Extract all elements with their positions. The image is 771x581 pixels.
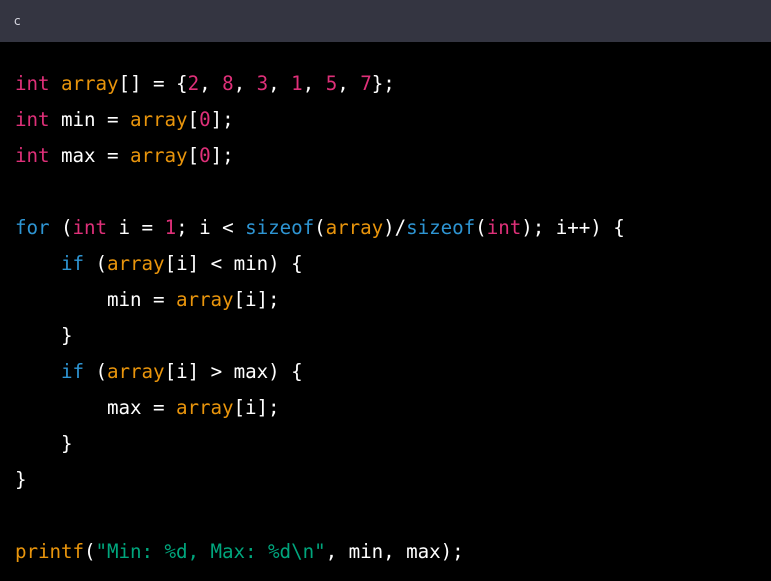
number-token: 1 (164, 216, 177, 239)
code-line: min = array[i]; (15, 282, 625, 318)
code-text: , (233, 72, 257, 95)
code-text: ( (84, 360, 108, 383)
identifier-token: array (325, 216, 384, 239)
code-text: ( (314, 216, 326, 239)
number-token: 1 (291, 72, 303, 95)
type-token: int (15, 72, 50, 95)
code-line: } (15, 462, 625, 498)
code-text: [ (187, 144, 200, 167)
code-text: max = (15, 396, 177, 419)
code-text: ( (49, 216, 73, 239)
code-text: [i] > max) { (164, 360, 303, 383)
code-text: } (15, 468, 27, 491)
code-text: , (302, 72, 326, 95)
keyword-token: sizeof (406, 216, 476, 239)
code-text: ]; (210, 144, 234, 167)
code-text: [i]; (233, 288, 280, 311)
code-text: [i] < min) { (164, 252, 303, 275)
identifier-token: array (130, 144, 188, 167)
type-token: int (72, 216, 108, 239)
code-line: } (15, 318, 625, 354)
keyword-token: for (15, 216, 50, 239)
code-line: } (15, 426, 625, 462)
code-text: ); i++) { (521, 216, 625, 239)
code-text: , min, max); (325, 540, 464, 563)
code-line: int array[] = {2, 8, 3, 1, 5, 7}; (15, 66, 625, 102)
code-text: ( (84, 540, 96, 563)
code-text: [i]; (233, 396, 280, 419)
identifier-token: array (176, 396, 234, 419)
identifier-token: array (107, 360, 165, 383)
string-token: "Min: %d, Max: %d\n" (95, 540, 326, 563)
number-token: 8 (222, 72, 234, 95)
code-text: [] = { (118, 72, 188, 95)
identifier-token: array (107, 252, 165, 275)
identifier-token: array (61, 72, 119, 95)
code-block-header: c (0, 0, 771, 42)
code-text: , (337, 72, 361, 95)
keyword-token: if (61, 252, 85, 275)
code-text: , (268, 72, 292, 95)
code-text: , (199, 72, 223, 95)
code-block: int array[] = {2, 8, 3, 1, 5, 7}; int min… (15, 66, 625, 570)
keyword-token: if (61, 360, 85, 383)
code-text: } (15, 324, 73, 347)
identifier-token: array (130, 108, 188, 131)
identifier-token: array (176, 288, 234, 311)
code-text: [ (187, 108, 200, 131)
code-text: ( (84, 252, 108, 275)
language-label: c (14, 14, 21, 28)
code-line: max = array[i]; (15, 390, 625, 426)
number-token: 7 (360, 72, 372, 95)
code-line: int max = array[0]; (15, 138, 625, 174)
code-line: if (array[i] > max) { (15, 354, 625, 390)
type-token: int (486, 216, 522, 239)
code-text: ( (475, 216, 487, 239)
identifier-token: printf (15, 540, 85, 563)
type-token: int (15, 144, 50, 167)
number-token: 2 (187, 72, 200, 95)
keyword-token: sizeof (245, 216, 315, 239)
number-token: 0 (199, 108, 211, 131)
number-token: 5 (325, 72, 338, 95)
type-token: int (15, 108, 50, 131)
code-text: min = (49, 108, 131, 131)
code-text: ; i < (176, 216, 246, 239)
code-text: max = (49, 144, 131, 167)
number-token: 3 (256, 72, 269, 95)
code-line: for (int i = 1; i < sizeof(array)/sizeof… (15, 210, 625, 246)
code-text: min = (15, 288, 177, 311)
code-text: i = (107, 216, 165, 239)
code-text: ]; (210, 108, 234, 131)
code-text: }; (371, 72, 395, 95)
code-line: printf("Min: %d, Max: %d\n", min, max); (15, 534, 625, 570)
code-text: )/ (383, 216, 407, 239)
code-line: if (array[i] < min) { (15, 246, 625, 282)
number-token: 0 (199, 144, 211, 167)
code-line: int min = array[0]; (15, 102, 625, 138)
code-text: } (15, 432, 73, 455)
